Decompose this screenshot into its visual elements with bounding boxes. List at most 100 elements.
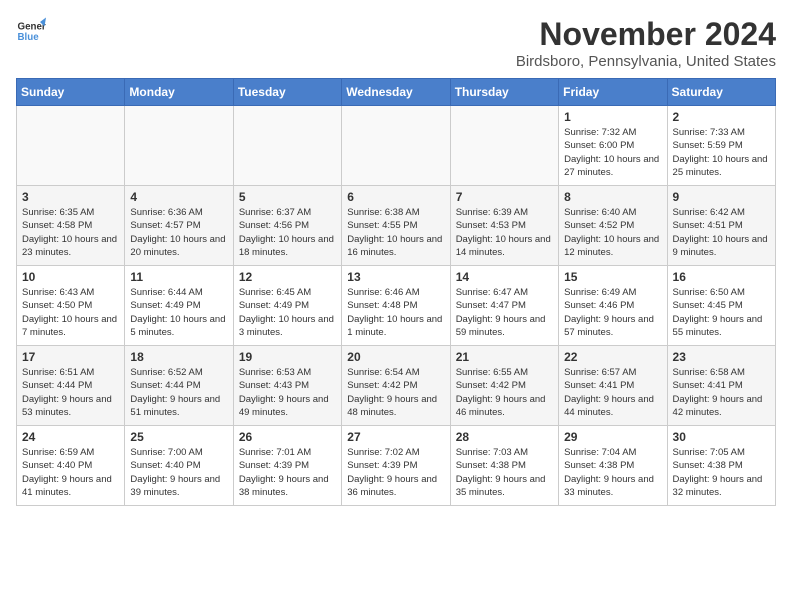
calendar-cell: 10 Sunrise: 6:43 AM Sunset: 4:50 PM Dayli… bbox=[17, 266, 125, 346]
calendar-cell bbox=[342, 106, 450, 186]
calendar-cell: 8 Sunrise: 6:40 AM Sunset: 4:52 PM Daylig… bbox=[559, 186, 667, 266]
day-info: Sunrise: 6:55 AM Sunset: 4:42 PM Dayligh… bbox=[456, 366, 553, 419]
day-number: 1 bbox=[564, 110, 661, 124]
calendar-table: SundayMondayTuesdayWednesdayThursdayFrid… bbox=[16, 78, 776, 506]
day-header-sunday: Sunday bbox=[17, 79, 125, 106]
calendar-cell: 18 Sunrise: 6:52 AM Sunset: 4:44 PM Dayli… bbox=[125, 346, 233, 426]
calendar-cell: 19 Sunrise: 6:53 AM Sunset: 4:43 PM Dayli… bbox=[233, 346, 341, 426]
day-info: Sunrise: 6:40 AM Sunset: 4:52 PM Dayligh… bbox=[564, 206, 661, 259]
calendar-cell bbox=[125, 106, 233, 186]
day-info: Sunrise: 7:05 AM Sunset: 4:38 PM Dayligh… bbox=[673, 446, 770, 499]
day-info: Sunrise: 6:47 AM Sunset: 4:47 PM Dayligh… bbox=[456, 286, 553, 339]
day-number: 20 bbox=[347, 350, 444, 364]
calendar-cell: 6 Sunrise: 6:38 AM Sunset: 4:55 PM Daylig… bbox=[342, 186, 450, 266]
day-number: 10 bbox=[22, 270, 119, 284]
calendar-cell: 26 Sunrise: 7:01 AM Sunset: 4:39 PM Dayli… bbox=[233, 426, 341, 506]
day-info: Sunrise: 7:03 AM Sunset: 4:38 PM Dayligh… bbox=[456, 446, 553, 499]
day-number: 28 bbox=[456, 430, 553, 444]
calendar-header-row: SundayMondayTuesdayWednesdayThursdayFrid… bbox=[17, 79, 776, 106]
svg-text:Blue: Blue bbox=[18, 32, 40, 43]
day-number: 26 bbox=[239, 430, 336, 444]
calendar-cell: 4 Sunrise: 6:36 AM Sunset: 4:57 PM Daylig… bbox=[125, 186, 233, 266]
calendar-cell: 9 Sunrise: 6:42 AM Sunset: 4:51 PM Daylig… bbox=[667, 186, 775, 266]
month-title: November 2024 bbox=[516, 16, 776, 53]
day-number: 16 bbox=[673, 270, 770, 284]
day-info: Sunrise: 7:01 AM Sunset: 4:39 PM Dayligh… bbox=[239, 446, 336, 499]
title-area: November 2024 Birdsboro, Pennsylvania, U… bbox=[516, 16, 776, 70]
calendar-cell: 17 Sunrise: 6:51 AM Sunset: 4:44 PM Dayli… bbox=[17, 346, 125, 426]
calendar-cell: 1 Sunrise: 7:32 AM Sunset: 6:00 PM Daylig… bbox=[559, 106, 667, 186]
calendar-cell: 20 Sunrise: 6:54 AM Sunset: 4:42 PM Dayli… bbox=[342, 346, 450, 426]
calendar-cell: 13 Sunrise: 6:46 AM Sunset: 4:48 PM Dayli… bbox=[342, 266, 450, 346]
day-info: Sunrise: 7:32 AM Sunset: 6:00 PM Dayligh… bbox=[564, 126, 661, 179]
logo-icon: General Blue bbox=[16, 16, 46, 46]
day-number: 21 bbox=[456, 350, 553, 364]
location: Birdsboro, Pennsylvania, United States bbox=[516, 53, 776, 70]
day-info: Sunrise: 6:45 AM Sunset: 4:49 PM Dayligh… bbox=[239, 286, 336, 339]
day-number: 17 bbox=[22, 350, 119, 364]
day-info: Sunrise: 6:44 AM Sunset: 4:49 PM Dayligh… bbox=[130, 286, 227, 339]
calendar-cell: 2 Sunrise: 7:33 AM Sunset: 5:59 PM Daylig… bbox=[667, 106, 775, 186]
day-info: Sunrise: 6:59 AM Sunset: 4:40 PM Dayligh… bbox=[22, 446, 119, 499]
day-number: 4 bbox=[130, 190, 227, 204]
calendar-cell: 25 Sunrise: 7:00 AM Sunset: 4:40 PM Dayli… bbox=[125, 426, 233, 506]
calendar-cell: 11Sunrise: 6:44 AM Sunset: 4:49 PM Dayli… bbox=[125, 266, 233, 346]
day-number: 29 bbox=[564, 430, 661, 444]
calendar-cell: 27Sunrise: 7:02 AM Sunset: 4:39 PM Dayli… bbox=[342, 426, 450, 506]
day-number: 6 bbox=[347, 190, 444, 204]
day-number: 15 bbox=[564, 270, 661, 284]
calendar-body: 1 Sunrise: 7:32 AM Sunset: 6:00 PM Daylig… bbox=[17, 106, 776, 506]
day-info: Sunrise: 7:33 AM Sunset: 5:59 PM Dayligh… bbox=[673, 126, 770, 179]
calendar-cell: 21 Sunrise: 6:55 AM Sunset: 4:42 PM Dayli… bbox=[450, 346, 558, 426]
day-info: Sunrise: 6:35 AM Sunset: 4:58 PM Dayligh… bbox=[22, 206, 119, 259]
day-number: 18 bbox=[130, 350, 227, 364]
day-info: Sunrise: 6:38 AM Sunset: 4:55 PM Dayligh… bbox=[347, 206, 444, 259]
logo: General Blue bbox=[16, 16, 46, 46]
day-header-saturday: Saturday bbox=[667, 79, 775, 106]
day-number: 12 bbox=[239, 270, 336, 284]
header: General Blue November 2024 Birdsboro, Pe… bbox=[16, 16, 776, 70]
calendar-cell: 15Sunrise: 6:49 AM Sunset: 4:46 PM Dayli… bbox=[559, 266, 667, 346]
calendar-cell: 24 Sunrise: 6:59 AM Sunset: 4:40 PM Dayli… bbox=[17, 426, 125, 506]
day-number: 13 bbox=[347, 270, 444, 284]
calendar-week-5: 24 Sunrise: 6:59 AM Sunset: 4:40 PM Dayli… bbox=[17, 426, 776, 506]
calendar-week-4: 17 Sunrise: 6:51 AM Sunset: 4:44 PM Dayli… bbox=[17, 346, 776, 426]
day-info: Sunrise: 7:00 AM Sunset: 4:40 PM Dayligh… bbox=[130, 446, 227, 499]
calendar-cell: 22 Sunrise: 6:57 AM Sunset: 4:41 PM Dayli… bbox=[559, 346, 667, 426]
day-number: 5 bbox=[239, 190, 336, 204]
day-info: Sunrise: 6:39 AM Sunset: 4:53 PM Dayligh… bbox=[456, 206, 553, 259]
day-number: 25 bbox=[130, 430, 227, 444]
day-number: 9 bbox=[673, 190, 770, 204]
day-number: 22 bbox=[564, 350, 661, 364]
day-info: Sunrise: 6:36 AM Sunset: 4:57 PM Dayligh… bbox=[130, 206, 227, 259]
day-header-wednesday: Wednesday bbox=[342, 79, 450, 106]
day-info: Sunrise: 6:37 AM Sunset: 4:56 PM Dayligh… bbox=[239, 206, 336, 259]
day-number: 23 bbox=[673, 350, 770, 364]
day-number: 19 bbox=[239, 350, 336, 364]
day-number: 2 bbox=[673, 110, 770, 124]
calendar-cell: 23Sunrise: 6:58 AM Sunset: 4:41 PM Dayli… bbox=[667, 346, 775, 426]
day-header-friday: Friday bbox=[559, 79, 667, 106]
calendar-cell: 30Sunrise: 7:05 AM Sunset: 4:38 PM Dayli… bbox=[667, 426, 775, 506]
day-info: Sunrise: 6:51 AM Sunset: 4:44 PM Dayligh… bbox=[22, 366, 119, 419]
calendar-cell: 7 Sunrise: 6:39 AM Sunset: 4:53 PM Daylig… bbox=[450, 186, 558, 266]
calendar-cell: 3Sunrise: 6:35 AM Sunset: 4:58 PM Daylig… bbox=[17, 186, 125, 266]
day-header-tuesday: Tuesday bbox=[233, 79, 341, 106]
day-info: Sunrise: 6:53 AM Sunset: 4:43 PM Dayligh… bbox=[239, 366, 336, 419]
day-info: Sunrise: 6:50 AM Sunset: 4:45 PM Dayligh… bbox=[673, 286, 770, 339]
calendar-week-3: 10 Sunrise: 6:43 AM Sunset: 4:50 PM Dayli… bbox=[17, 266, 776, 346]
day-number: 27 bbox=[347, 430, 444, 444]
day-header-thursday: Thursday bbox=[450, 79, 558, 106]
day-number: 24 bbox=[22, 430, 119, 444]
day-info: Sunrise: 6:54 AM Sunset: 4:42 PM Dayligh… bbox=[347, 366, 444, 419]
day-info: Sunrise: 6:52 AM Sunset: 4:44 PM Dayligh… bbox=[130, 366, 227, 419]
calendar-cell bbox=[450, 106, 558, 186]
day-info: Sunrise: 6:42 AM Sunset: 4:51 PM Dayligh… bbox=[673, 206, 770, 259]
day-number: 7 bbox=[456, 190, 553, 204]
calendar-cell: 28 Sunrise: 7:03 AM Sunset: 4:38 PM Dayli… bbox=[450, 426, 558, 506]
calendar-cell: 29Sunrise: 7:04 AM Sunset: 4:38 PM Dayli… bbox=[559, 426, 667, 506]
day-info: Sunrise: 6:46 AM Sunset: 4:48 PM Dayligh… bbox=[347, 286, 444, 339]
day-number: 8 bbox=[564, 190, 661, 204]
day-info: Sunrise: 6:43 AM Sunset: 4:50 PM Dayligh… bbox=[22, 286, 119, 339]
day-info: Sunrise: 6:57 AM Sunset: 4:41 PM Dayligh… bbox=[564, 366, 661, 419]
